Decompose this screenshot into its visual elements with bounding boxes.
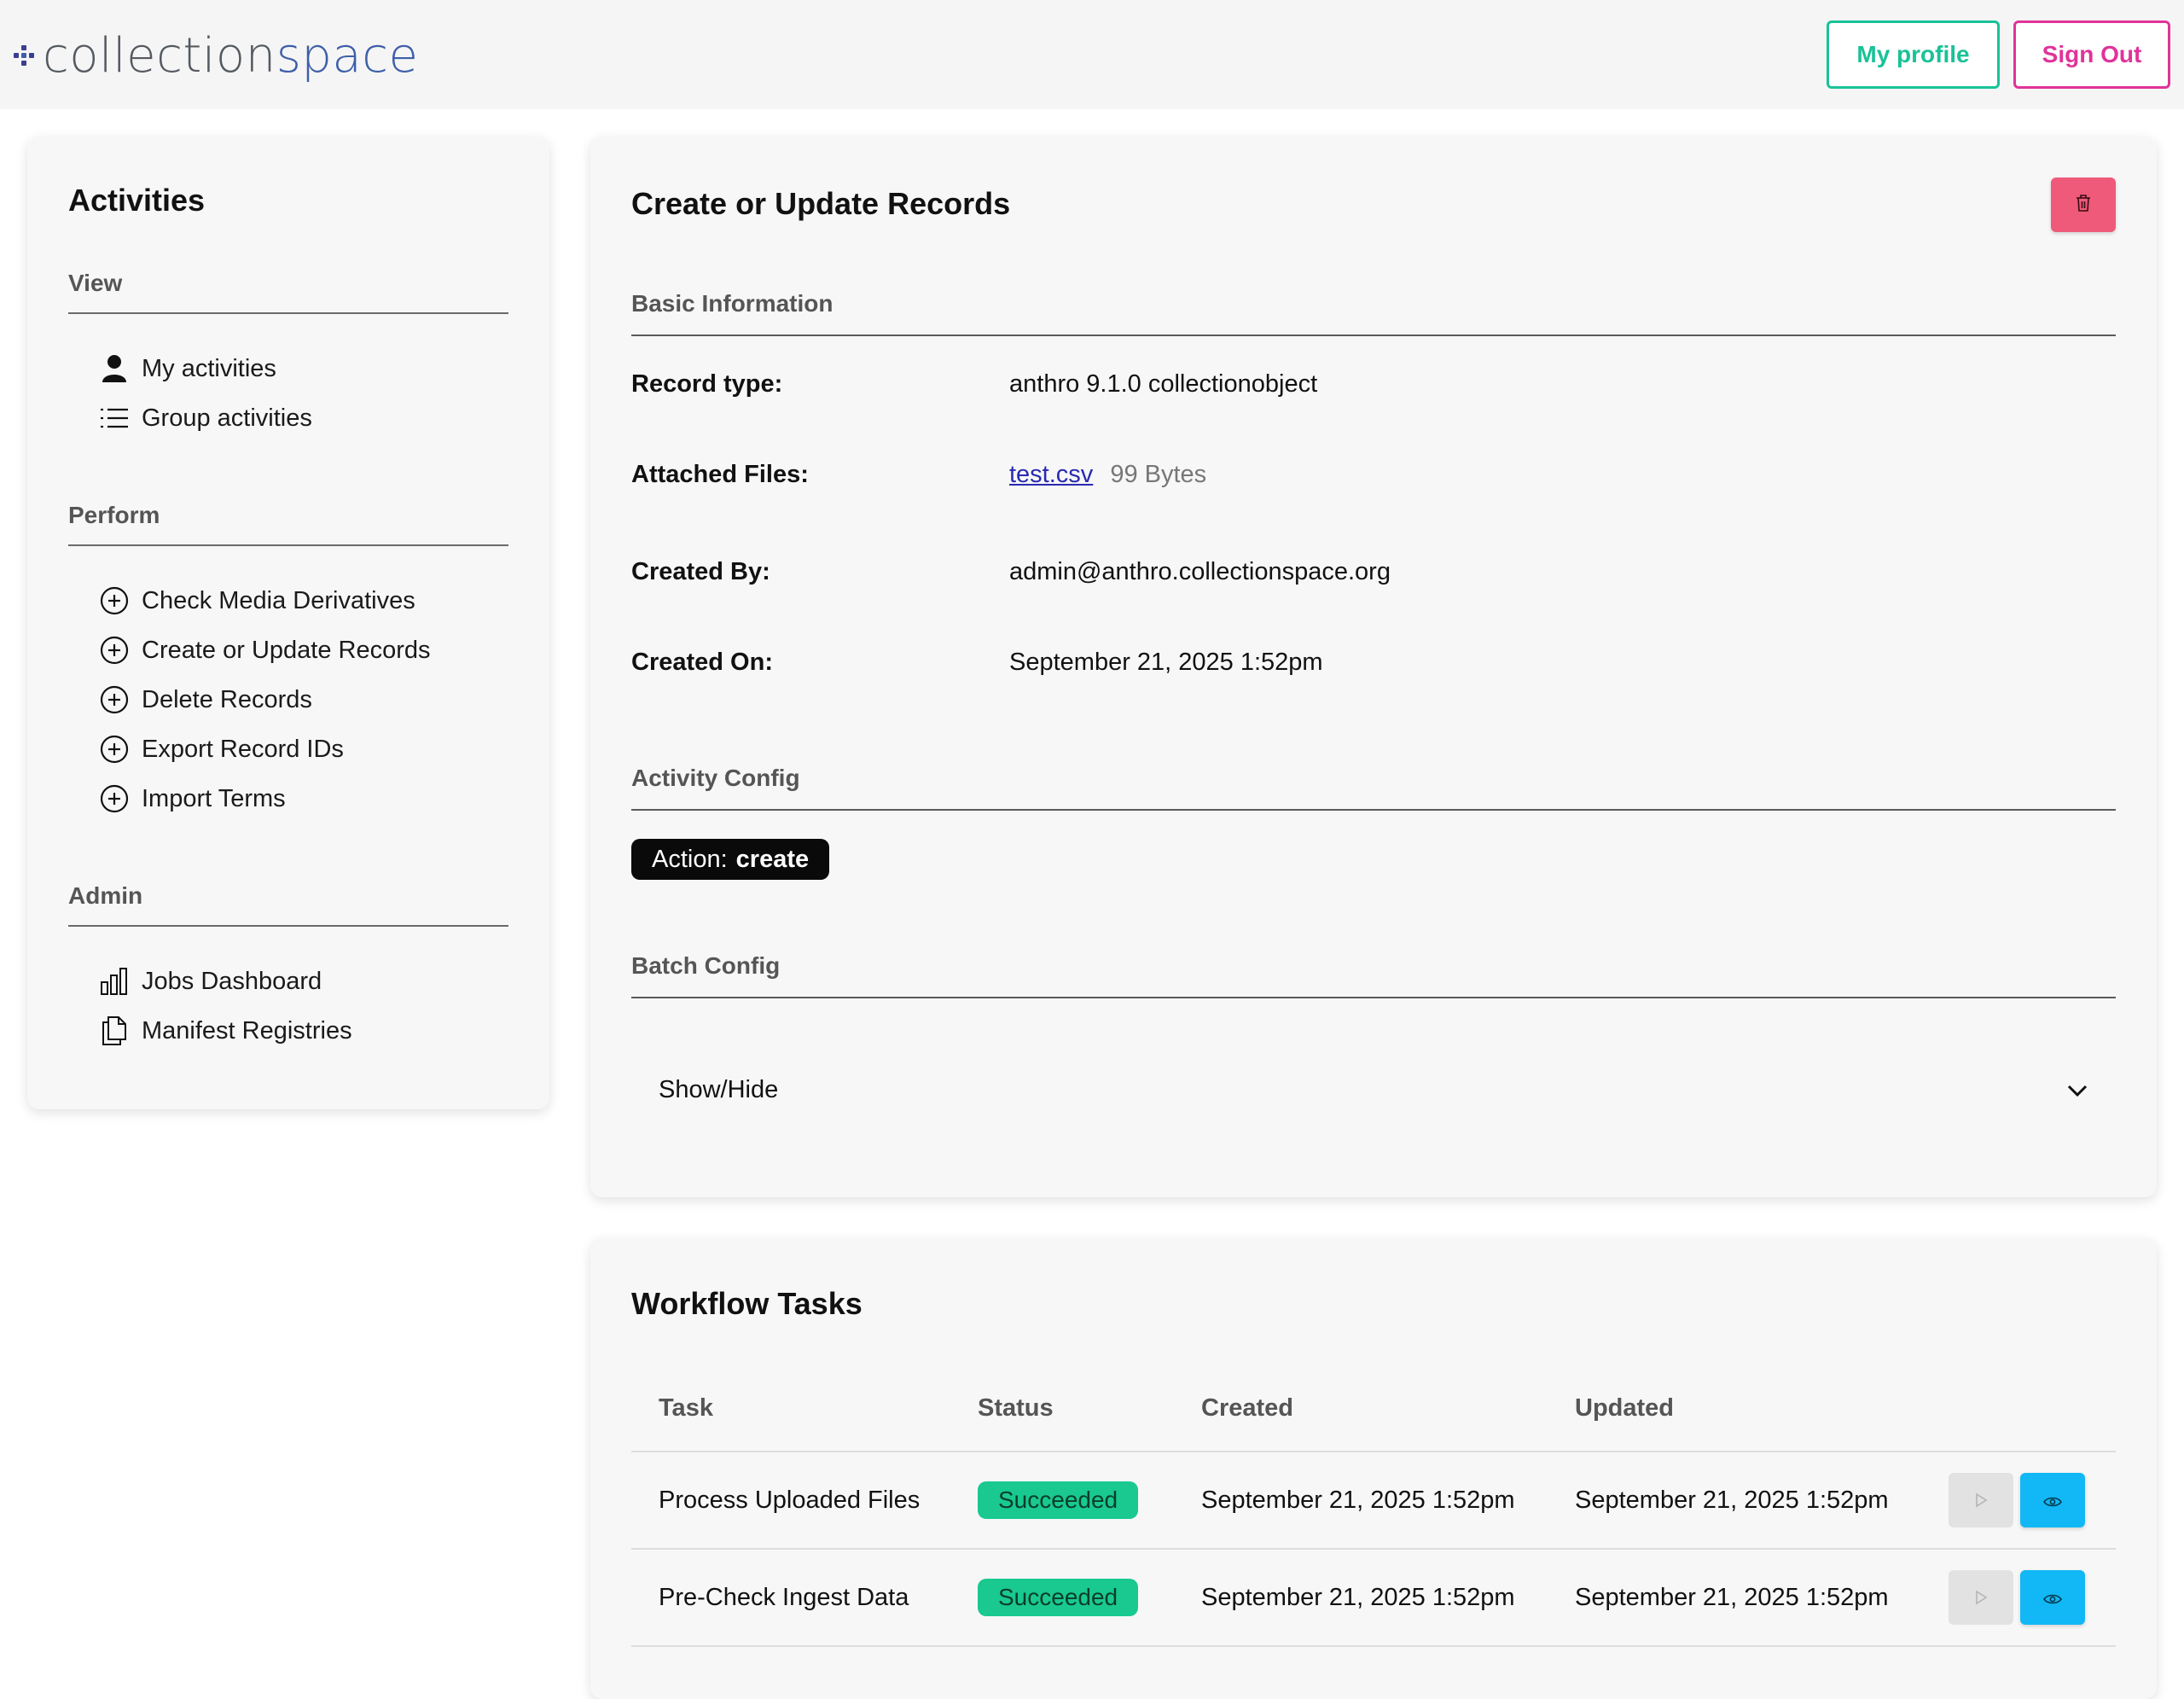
eye-icon [2043,1584,2062,1612]
actions-cell [1914,1452,2116,1550]
created-by-value: admin@anthro.collectionspace.org [1009,558,1391,585]
sidebar-item-label: Jobs Dashboard [142,967,322,995]
section-basic-information: Basic Information [631,290,834,317]
show-hide-label: Show/Hide [659,1075,779,1103]
sidebar-item-jobs-dashboard[interactable]: Jobs Dashboard [96,963,322,1000]
plus-circle-icon [96,780,133,817]
attached-files-value: test.csv 99 Bytes [1009,461,1206,489]
status-badge: Succeeded [978,1579,1139,1616]
run-task-button[interactable] [1949,1473,2013,1527]
collectionspace-logo[interactable]: collectionspace [12,26,418,85]
record-type-value: anthro 9.1.0 collectionobject [1009,370,1318,398]
created-by-label: Created By: [631,558,770,585]
divider [68,312,508,314]
created-on-value: September 21, 2025 1:52pm [1009,649,1323,676]
sidebar-item-import-terms[interactable]: Import Terms [96,780,286,817]
delete-button[interactable] [2051,177,2116,232]
list-icon [96,399,133,437]
sidebar-section-view: View [68,270,123,296]
sidebar-item-create-or-update-records[interactable]: Create or Update Records [96,631,431,669]
sidebar-item-export-record-ids[interactable]: Export Record IDs [96,730,344,768]
sidebar-section-admin: Admin [68,882,143,909]
sidebar-item-delete-records[interactable]: Delete Records [96,681,312,719]
sidebar-item-label: Group activities [142,404,312,432]
eye-icon [2043,1487,2062,1515]
sidebar-item-label: Export Record IDs [142,735,344,763]
sidebar-item-label: Delete Records [142,685,312,713]
table-header-row: Task Status Created Updated [631,1366,2116,1452]
section-batch-config: Batch Config [631,952,781,979]
bar-chart-icon [96,963,133,1000]
sidebar-item-manifest-registries[interactable]: Manifest Registries [96,1012,352,1050]
sidebar-item-check-media-derivatives[interactable]: Check Media Derivatives [96,582,415,620]
table-row: Pre-Check Ingest Data Succeeded Septembe… [631,1549,2116,1647]
plus-circle-icon [96,730,133,768]
actions-cell [1914,1549,2116,1647]
status-badge: Succeeded [978,1481,1139,1519]
view-task-button[interactable] [2020,1473,2085,1527]
sidebar-item-group-activities[interactable]: Group activities [96,399,312,437]
column-status: Status [950,1366,1174,1452]
person-icon [96,350,133,387]
workflow-title: Workflow Tasks [631,1286,863,1321]
action-value: create [735,845,810,873]
divider [68,544,508,546]
sidebar-item-label: My activities [142,354,276,382]
sidebar-section-perform: Perform [68,502,160,528]
column-updated: Updated [1548,1366,1914,1452]
logo-mark-icon [12,44,36,67]
attached-files-label: Attached Files: [631,461,809,488]
documents-icon [96,1012,133,1050]
created-cell: September 21, 2025 1:52pm [1174,1452,1548,1550]
table-row: Process Uploaded Files Succeeded Septemb… [631,1452,2116,1550]
page-title: Create or Update Records [631,186,1011,221]
divider [68,925,508,927]
workflow-table: Task Status Created Updated Process Uplo… [631,1366,2116,1647]
sign-out-button[interactable]: Sign Out [2013,20,2170,89]
activities-sidebar: Activities View My activities Group acti… [27,137,549,1109]
chevron-down-icon [2066,1076,2088,1104]
top-bar: collectionspace My profile Sign Out [0,0,2184,109]
sidebar-title: Activities [68,183,206,218]
run-task-button[interactable] [1949,1570,2013,1625]
column-task: Task [631,1366,950,1452]
divider [631,809,2116,811]
logo-wordmark: collectionspace [43,27,419,84]
play-icon [1974,1487,1988,1515]
sidebar-item-label: Check Media Derivatives [142,586,415,614]
created-on-label: Created On: [631,649,773,676]
activity-detail-card: Create or Update Records Basic Informati… [590,137,2157,1197]
view-task-button[interactable] [2020,1570,2085,1625]
column-actions [1914,1366,2116,1452]
play-icon [1974,1584,1988,1612]
sidebar-item-label: Import Terms [142,784,286,812]
sidebar-item-my-activities[interactable]: My activities [96,350,276,387]
my-profile-button[interactable]: My profile [1827,20,2000,89]
section-activity-config: Activity Config [631,765,800,791]
status-cell: Succeeded [950,1452,1174,1550]
action-key: Action: [652,845,728,873]
updated-cell: September 21, 2025 1:52pm [1548,1549,1914,1647]
plus-circle-icon [96,681,133,719]
updated-cell: September 21, 2025 1:52pm [1548,1452,1914,1550]
divider [631,997,2116,998]
sidebar-item-label: Manifest Registries [142,1016,352,1044]
task-name: Process Uploaded Files [631,1452,950,1550]
record-type-label: Record type: [631,370,783,398]
divider [631,335,2116,336]
sidebar-item-label: Create or Update Records [142,636,431,664]
action-badge: Action: create [631,839,830,880]
column-created: Created [1174,1366,1548,1452]
task-name: Pre-Check Ingest Data [631,1549,950,1647]
workflow-tasks-card: Workflow Tasks Task Status Created Updat… [590,1238,2157,1699]
batch-config-toggle[interactable]: Show/Hide [659,1060,2088,1120]
file-size: 99 Bytes [1110,461,1207,488]
trash-icon [2075,194,2092,217]
created-cell: September 21, 2025 1:52pm [1174,1549,1548,1647]
status-cell: Succeeded [950,1549,1174,1647]
plus-circle-icon [96,582,133,620]
plus-circle-icon [96,631,133,669]
attached-file-link[interactable]: test.csv [1009,461,1093,488]
